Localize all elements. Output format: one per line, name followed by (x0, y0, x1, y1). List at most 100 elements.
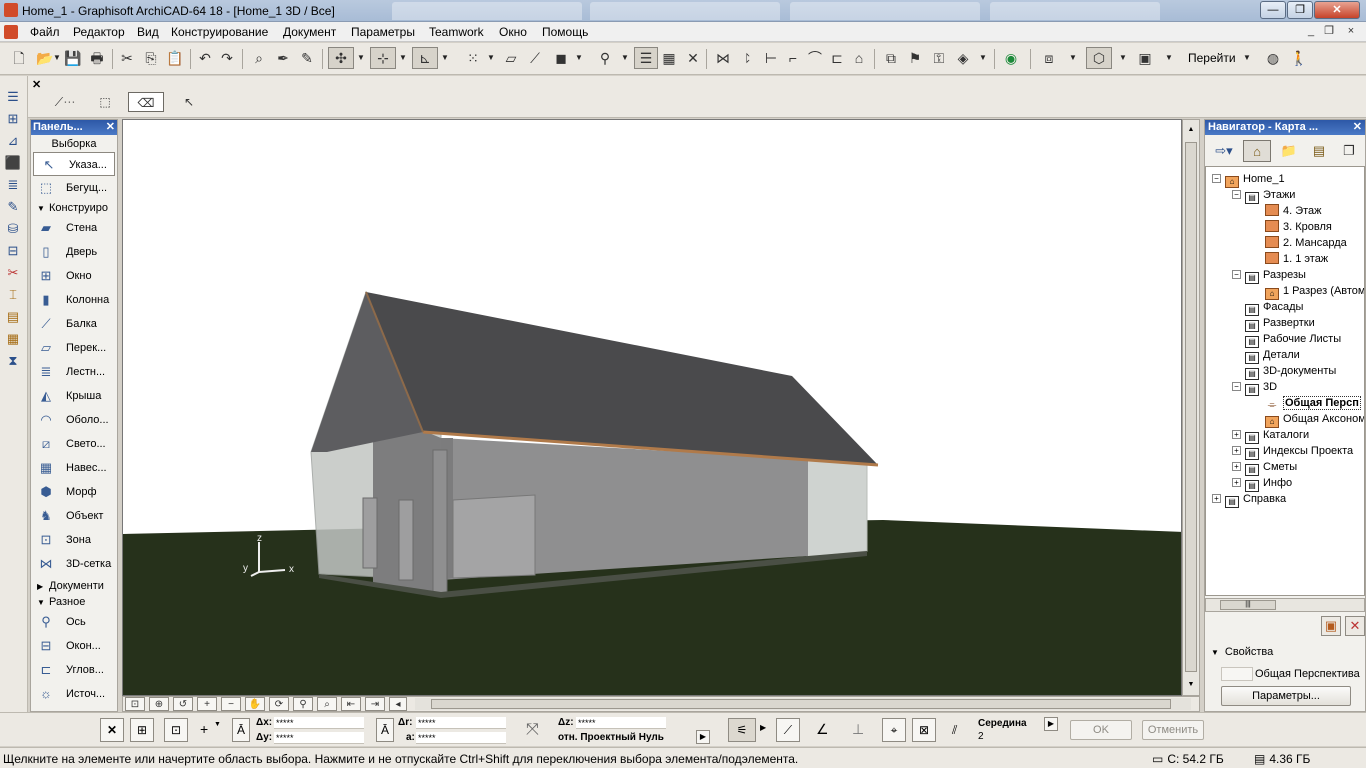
tool-grid-axis[interactable]: ⚲ Ось (31, 610, 117, 634)
zoom-magnify-icon[interactable]: ⌕ (317, 697, 337, 711)
plus-icon[interactable]: + (200, 721, 208, 737)
absolute-coords-icon[interactable]: Ā (232, 718, 250, 742)
chevron-down-icon[interactable]: ▼ (574, 49, 584, 67)
tool-column[interactable]: ▮ Колонна (31, 288, 117, 312)
delete-icon[interactable]: ✕ (1345, 616, 1365, 636)
chevron-down-icon[interactable]: ▼ (978, 49, 988, 67)
close-icon[interactable]: ✕ (100, 718, 124, 742)
tree-item[interactable]: + ▤ Справка (1212, 491, 1286, 508)
snap-guide-icon[interactable]: ✣ (328, 47, 354, 69)
angle-field[interactable]: ***** (416, 732, 506, 744)
zoom-previous-icon[interactable]: ↺ (173, 697, 193, 711)
chevron-down-icon[interactable]: ▼ (1242, 49, 1252, 67)
scroll-down-icon[interactable]: ▼ (1185, 678, 1197, 692)
tool-window[interactable]: ⊞ Окно (31, 264, 117, 288)
layer-plane-icon[interactable]: ▱ (500, 47, 522, 69)
cut-icon[interactable]: ✂ (116, 47, 138, 69)
menu-options[interactable]: Параметры (351, 25, 415, 39)
tree-item[interactable]: − ▤ 3D (1232, 379, 1277, 396)
3d-window-icon[interactable]: ⧈ (1038, 47, 1060, 69)
chart-icon[interactable]: ⧗ (4, 352, 22, 370)
grid-toggle-icon[interactable]: ⊞ (130, 718, 154, 742)
pencil-line-icon[interactable]: ⟋ (524, 47, 546, 69)
parameters-button[interactable]: Параметры... (1221, 686, 1351, 706)
tree-item[interactable]: − ▤ Этажи (1232, 187, 1295, 204)
layer-combination-icon[interactable]: ☰ (634, 47, 658, 69)
angle-snap-icon[interactable]: ∠ (816, 721, 829, 738)
ok-button[interactable]: OK (1070, 720, 1132, 740)
tree-item[interactable]: 2. Мансарда (1252, 235, 1347, 251)
suspend-group-icon[interactable]: ⚑ (904, 47, 926, 69)
background-browser-tab[interactable] (392, 2, 582, 20)
save-icon[interactable]: 💾 (62, 47, 84, 69)
cursor-snap-icon[interactable]: ⊹ (370, 47, 396, 69)
menu-design[interactable]: Конструирование (171, 25, 268, 39)
expand-icon[interactable]: + (1232, 478, 1241, 487)
tree-item[interactable]: ▤ Фасады (1232, 299, 1303, 316)
tab-layout-book[interactable]: 📁 (1275, 140, 1303, 162)
tool-beam[interactable]: ⟋ Балка (31, 312, 117, 336)
collapse-icon[interactable]: − (1232, 190, 1241, 199)
cancel-button[interactable]: Отменить (1142, 720, 1204, 740)
menu-document[interactable]: Документ (283, 25, 336, 39)
new-file-icon[interactable]: 🗋 (8, 47, 30, 69)
surface-icon[interactable]: ▦ (4, 330, 22, 348)
scroll-left-icon[interactable]: ◂ (389, 697, 407, 711)
document-icon[interactable] (4, 25, 18, 39)
snap-mode-value[interactable]: 2 (978, 731, 984, 742)
expand-icon[interactable]: + (1212, 494, 1221, 503)
selection-method-icon[interactable]: ⟋⋯ (50, 92, 80, 112)
viewport-vertical-scrollbar[interactable]: ▲ ▼ (1182, 119, 1200, 696)
chevron-right-icon[interactable]: ▶ (760, 723, 766, 732)
dr-field[interactable]: ***** (416, 717, 506, 729)
3d-scene[interactable]: z y x (123, 120, 1182, 696)
menu-file[interactable]: Файл (30, 25, 60, 39)
tree-item[interactable]: 3. Кровля (1252, 219, 1332, 235)
pin-icon[interactable]: ⚲ (594, 47, 616, 69)
tool-morph[interactable]: ⬢ Морф (31, 480, 117, 504)
eyedropper-icon[interactable]: ✒ (272, 47, 294, 69)
toolbox-header[interactable]: Панель... ✕ (31, 120, 117, 135)
group-icon[interactable]: ⧉ (880, 47, 902, 69)
properties-section[interactable]: ▼ Свойства (1211, 646, 1273, 658)
mdi-minimize-button[interactable]: _ (1303, 24, 1319, 39)
chevron-down-icon[interactable]: ▼ (214, 721, 221, 728)
navigator-header[interactable]: Навигатор - Карта ... ✕ (1205, 120, 1365, 135)
background-browser-tab[interactable] (990, 2, 1160, 20)
dimension-icon[interactable]: ⊿ (4, 132, 22, 150)
background-browser-tab[interactable] (590, 2, 780, 20)
maximize-button[interactable]: ❐ (1287, 1, 1313, 19)
perpendicular-icon[interactable]: ⊥ (852, 721, 864, 738)
walk-icon[interactable]: ⚲ (293, 697, 313, 711)
orbit-icon[interactable]: ⟳ (269, 697, 289, 711)
tree-item[interactable]: 4. Этаж (1252, 203, 1322, 219)
tree-item[interactable]: + ▤ Сметы (1232, 459, 1297, 476)
print-icon[interactable]: 🖶 (86, 47, 108, 69)
chevron-right-icon[interactable]: ▶ (696, 730, 710, 744)
menu-edit[interactable]: Редактор (73, 25, 125, 39)
tool-roof[interactable]: ◭ Крыша (31, 384, 117, 408)
grid-snap-icon[interactable]: ⁙ (462, 47, 484, 69)
info-box-icon[interactable]: ⊞ (4, 110, 22, 128)
offset-icon[interactable]: ⊏ (826, 47, 848, 69)
tree-item[interactable]: − ▤ Разрезы (1232, 267, 1306, 284)
panel-toggle-icon[interactable]: ☰ (4, 88, 22, 106)
copy-icon[interactable]: ⎘ (140, 47, 162, 69)
color-object-icon[interactable]: ◈ (952, 47, 974, 69)
tool-wall[interactable]: ▰ Стена (31, 216, 117, 240)
stack-icon[interactable]: ≣ (4, 176, 22, 194)
chevron-right-icon[interactable]: ▶ (1044, 717, 1058, 731)
tool-shell[interactable]: ◠ Оболо... (31, 408, 117, 432)
3d-viewport[interactable]: z y x (122, 119, 1182, 696)
tree-item[interactable]: + ▤ Индексы Проекта (1232, 443, 1353, 460)
tab-project-map[interactable]: ⇨▾ (1207, 140, 1241, 162)
snap-points-icon[interactable]: ⊠ (912, 718, 936, 742)
fit-in-window-icon[interactable]: ⊡ (125, 697, 145, 711)
close-x-icon[interactable]: ✕ (682, 47, 704, 69)
menu-window[interactable]: Окно (499, 25, 527, 39)
tree-item[interactable]: + ▤ Каталоги (1232, 427, 1309, 444)
magic-wand-icon[interactable]: ⚟ (728, 718, 756, 742)
tool-door[interactable]: ▯ Дверь (31, 240, 117, 264)
table-icon[interactable]: ▦ (658, 47, 680, 69)
rectangle-select-icon[interactable]: ⬚ (90, 92, 120, 112)
